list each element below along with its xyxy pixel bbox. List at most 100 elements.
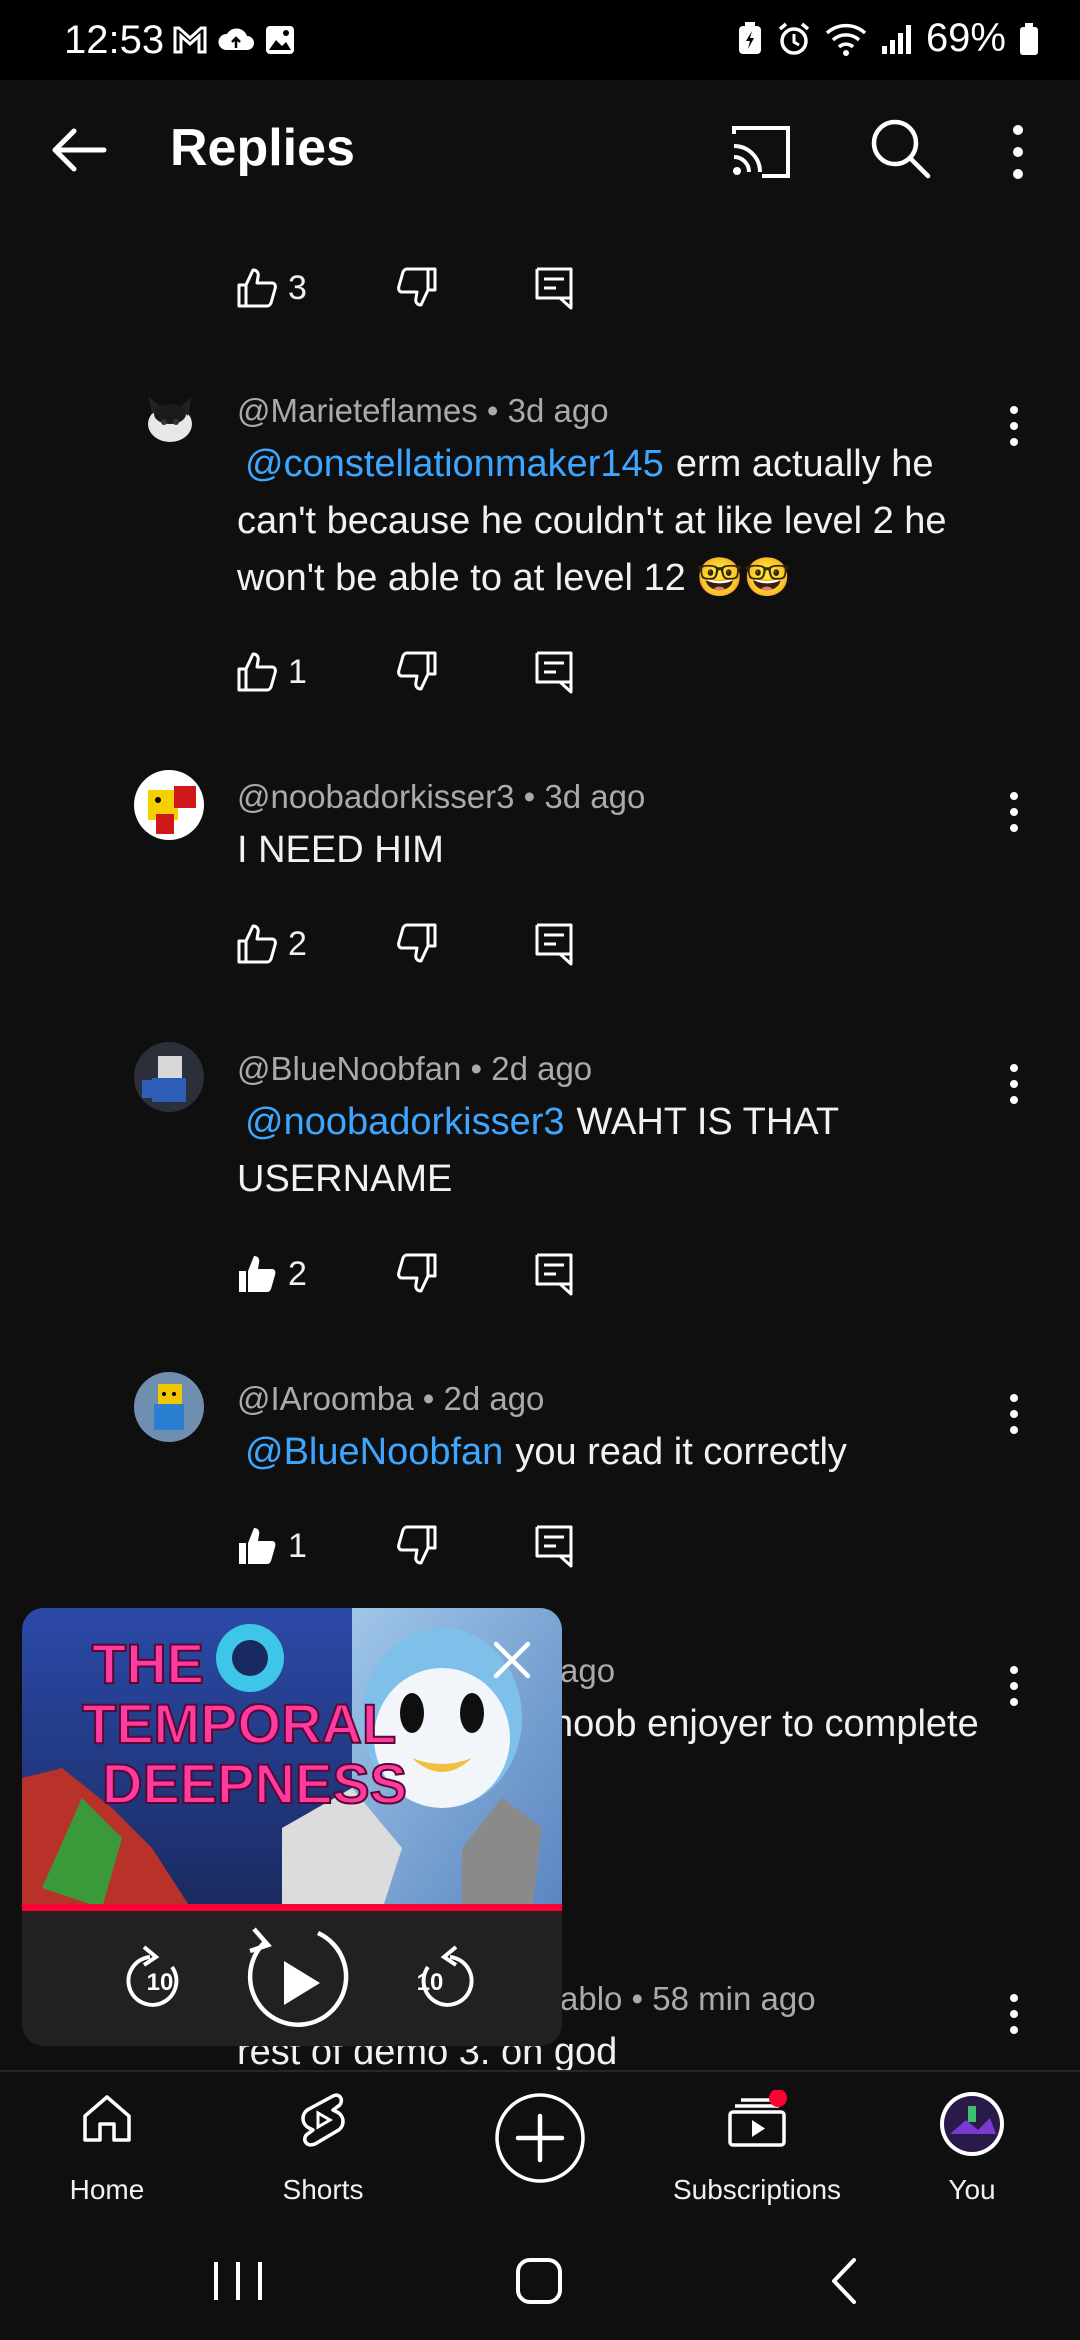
avatar[interactable] [134,1042,204,1112]
recent-apps-icon[interactable] [210,2258,266,2304]
comment-actions: 2 [236,1244,573,1304]
rewind-10-button[interactable]: 10 [126,1945,179,2007]
system-back-icon[interactable] [826,2256,862,2306]
avatar[interactable] [134,384,204,454]
comment-age: 58 min ago [652,1980,816,2017]
comment-text: noob enjoyer to complete [552,1696,1012,1753]
shorts-icon [301,2093,345,2147]
back-arrow-icon [52,128,107,172]
comment-author[interactable]: ablo [560,1980,622,2017]
playback-controls: 10 10 [126,1927,474,2027]
thumb-up-icon [237,924,277,964]
more-vertical-icon [1013,125,1023,179]
page-title: Replies [170,119,355,177]
reply-button[interactable] [534,1252,574,1301]
thumb-up-icon [237,652,277,692]
dislike-button[interactable] [396,650,438,697]
dislike-button[interactable] [396,922,438,969]
avatar[interactable] [134,770,204,840]
reply-button[interactable] [534,1524,574,1573]
like-button[interactable]: 1 [236,651,328,693]
comment-author[interactable]: @IAroomba [237,1380,414,1417]
comment-actions: 1 [236,1516,573,1576]
reply-comment-icon [535,1525,573,1568]
nav-you[interactable]: You [877,2072,1067,2222]
comment-author[interactable]: @Marieteflames [237,392,478,429]
status-notification-icons [172,24,296,56]
like-count: 2 [288,1254,307,1293]
comment-author[interactable]: @BlueNoobfan [237,1050,461,1087]
thumb-down-icon [397,267,437,307]
reply-comment: @BlueNoobfan • 2d ago @noobadorkisser3 WA… [0,1042,1080,1362]
search-button[interactable] [868,116,932,180]
video-thumbnail[interactable]: THE TEMPORAL DEEPNESS [22,1608,562,1910]
comment-meta: ago [560,1652,615,1690]
battery-saver-icon [738,21,761,54]
comment-meta: @noobadorkisser3 • 3d ago [237,778,646,815]
mention-link[interactable]: @BlueNoobfan [245,1431,503,1473]
dislike-button[interactable] [396,1524,438,1571]
like-button[interactable]: 3 [236,267,328,309]
gallery-icon [266,26,294,54]
reply-button[interactable] [534,650,574,699]
nav-home[interactable]: Home [12,2072,202,2222]
comment-more-button[interactable] [1000,1056,1028,1112]
nav-shorts-label: Shorts [282,2174,364,2205]
thumbnail-title-line3: DEEPNESS [102,1752,407,1815]
nav-shorts[interactable]: Shorts [228,2072,418,2222]
battery-percentage: 69% [925,16,1006,60]
like-button[interactable]: 2 [236,923,328,965]
status-right-icons: 69% [736,16,1040,61]
thumb-up-icon [237,268,277,308]
reply-comment: @noobadorkisser3 • 3d ago I NEED HIM 2 [0,770,1080,1030]
more-options-button[interactable] [1000,116,1036,188]
like-button[interactable]: 2 [236,1253,328,1295]
roblox-avatar-image [134,770,204,840]
dislike-button[interactable] [396,1252,438,1299]
comment-body-text: I NEED HIM [237,829,444,871]
reply-button[interactable] [534,922,574,971]
comment-age: ago [560,1652,616,1689]
home-system-icon[interactable] [514,2256,564,2306]
like-count: 1 [288,652,307,691]
mini-player[interactable]: THE TEMPORAL DEEPNESS 10 10 [22,1608,562,2046]
cast-icon [732,126,790,178]
comment-more-button[interactable] [1000,784,1028,840]
reply-button[interactable] [534,266,574,315]
cat-avatar-image [134,384,204,454]
forward-10-button[interactable]: 10 [417,1945,474,2007]
playback-progress-bar[interactable] [22,1904,562,1911]
more-vertical-icon [1010,1064,1018,1104]
alarm-icon [778,22,810,55]
back-button[interactable] [46,116,114,184]
forward-label: 10 [417,1969,444,1996]
replies-header: Replies [0,80,1080,220]
avatar[interactable] [134,1372,204,1442]
comment-text: @noobadorkisser3 WAHT IS THAT USERNAME [237,1094,997,1208]
thumbnail-title-line2: TEMPORAL [82,1692,396,1755]
thumbnail-artwork: THE TEMPORAL DEEPNESS [22,1608,562,1910]
cast-button[interactable] [728,122,794,182]
reply-comment-icon [535,651,573,694]
mention-link[interactable]: @noobadorkisser3 [245,1101,565,1143]
create-button[interactable] [445,2072,635,2222]
blue-noob-avatar-image [134,1042,204,1112]
wifi-icon [825,23,867,56]
mention-link[interactable]: @constellationmaker145 [245,443,664,485]
comment-more-button[interactable] [1000,398,1028,454]
play-button[interactable] [247,1927,349,2027]
close-mini-player-button[interactable] [490,1638,534,1682]
comment-age: 3d ago [507,392,609,429]
comment-meta: @BlueNoobfan • 2d ago [237,1050,593,1087]
dislike-button[interactable] [396,266,438,313]
nav-subscriptions[interactable]: Subscriptions [662,2072,852,2222]
like-button[interactable]: 1 [236,1525,328,1567]
play-icon [284,1961,320,2005]
home-icon [83,2095,131,2142]
comment-more-button[interactable] [1000,1986,1028,2042]
comment-more-button[interactable] [1000,1386,1028,1442]
comment-meta: @Marieteflames • 3d ago [237,392,609,429]
thumb-up-filled-icon [239,1528,276,1564]
comment-author[interactable]: @noobadorkisser3 [237,778,515,815]
gmail-icon [173,26,207,54]
